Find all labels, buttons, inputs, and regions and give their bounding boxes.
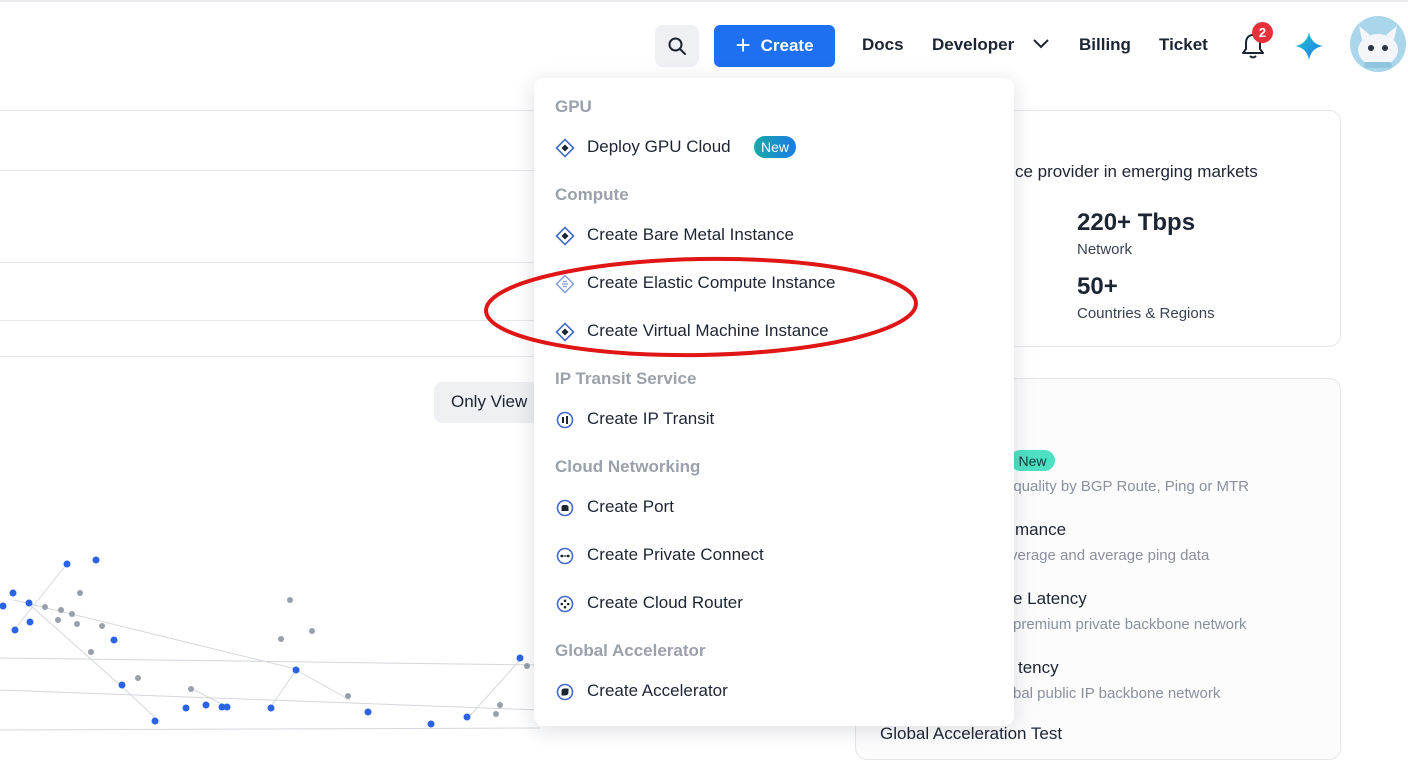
menu-item-label: Deploy GPU Cloud	[587, 137, 731, 156]
left-panel-divider	[0, 320, 540, 321]
menu-item-create-private-connect[interactable]: Create Private Connect	[555, 538, 995, 572]
section-gpu: GPU	[555, 97, 592, 116]
notification-badge: 2	[1252, 22, 1273, 43]
stat-network-value: 220+ Tbps	[1077, 209, 1196, 236]
port-icon	[556, 499, 574, 517]
plus-icon: +	[735, 29, 751, 60]
menu-item-label: Create Cloud Router	[587, 593, 743, 612]
new-badge: New	[754, 136, 796, 158]
section-global-accelerator: Global Accelerator	[555, 641, 706, 660]
search-icon	[668, 37, 686, 55]
menu-item-label: Create Bare Metal Instance	[587, 225, 794, 244]
tool-title[interactable]: mance	[1015, 520, 1066, 540]
nav-billing[interactable]: Billing	[1079, 35, 1131, 55]
menu-item-label: Create Accelerator	[587, 681, 728, 700]
stats-tagline: rvice provider in emerging markets	[997, 162, 1258, 181]
search-button[interactable]	[655, 25, 699, 67]
menu-item-create-port[interactable]: Create Port	[555, 490, 995, 524]
menu-item-create-cloud-router[interactable]: Create Cloud Router	[555, 586, 995, 620]
router-icon	[556, 595, 574, 613]
avatar[interactable]	[1350, 16, 1406, 72]
menu-item-create-virtual-machine[interactable]: Create Virtual Machine Instance	[555, 314, 995, 348]
left-panel-divider	[0, 262, 540, 263]
diamond-stack-icon	[555, 274, 575, 294]
section-compute: Compute	[555, 185, 629, 204]
menu-item-create-bare-metal[interactable]: Create Bare Metal Instance	[555, 218, 995, 252]
nav-ticket[interactable]: Ticket	[1159, 35, 1208, 55]
diamond-icon	[555, 226, 575, 246]
chevron-down-icon[interactable]	[1032, 38, 1050, 50]
menu-item-create-elastic-compute[interactable]: Create Elastic Compute Instance	[555, 266, 995, 300]
diamond-icon	[555, 138, 575, 158]
network-map	[0, 556, 540, 731]
diamond-icon	[555, 322, 575, 342]
menu-item-label: Create Port	[587, 497, 674, 516]
nav-docs[interactable]: Docs	[862, 35, 904, 55]
top-border	[0, 0, 1408, 2]
connect-icon	[556, 547, 574, 565]
menu-item-label: Create Private Connect	[587, 545, 764, 564]
stat-network-label: Network	[1077, 241, 1133, 258]
tool-title[interactable]: tency	[1018, 658, 1059, 678]
menu-item-label: Create IP Transit	[587, 409, 715, 428]
transit-icon	[556, 411, 574, 429]
section-ip-transit: IP Transit Service	[555, 369, 697, 388]
nav-developer[interactable]: Developer	[932, 35, 1014, 55]
stat-regions-value: 50+	[1077, 273, 1118, 300]
sparkle-icon[interactable]	[1294, 31, 1324, 61]
tool-desc: verage and average ping data	[1010, 547, 1210, 564]
menu-item-create-accelerator[interactable]: Create Accelerator	[555, 674, 995, 708]
menu-item-label: Create Virtual Machine Instance	[587, 321, 829, 340]
menu-item-label: Create Elastic Compute Instance	[587, 273, 836, 292]
accelerator-icon	[556, 683, 574, 701]
avatar-image	[1358, 26, 1398, 68]
left-panel-divider	[0, 170, 540, 171]
tool-desc: bal public IP backbone network	[1013, 685, 1221, 702]
tool-desc: t quality by BGP Route, Ping or MTR	[1005, 478, 1249, 495]
section-cloud-networking: Cloud Networking	[555, 457, 701, 476]
menu-item-create-ip-transit[interactable]: Create IP Transit	[555, 402, 995, 436]
tool-title[interactable]: Global Acceleration Test	[880, 724, 1062, 744]
create-button-label: Create	[760, 36, 814, 55]
tool-title[interactable]: e Latency	[1013, 589, 1087, 609]
stat-regions-label: Countries & Regions	[1077, 305, 1215, 322]
new-badge: New	[1010, 450, 1055, 471]
create-button[interactable]: + Create	[714, 25, 835, 67]
tool-desc: premium private backbone network	[1013, 616, 1247, 633]
